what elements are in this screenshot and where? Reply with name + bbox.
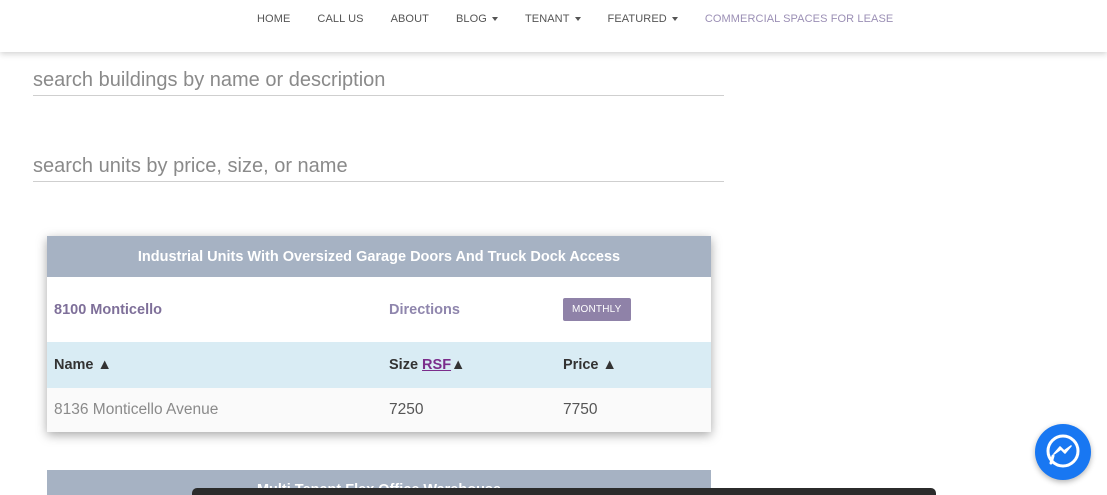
directions-link[interactable]: Directions xyxy=(389,302,460,318)
monthly-button[interactable]: MONTHLY xyxy=(563,298,631,321)
column-header-name[interactable]: Name ▲ xyxy=(54,357,112,373)
nav-about[interactable]: ABOUT xyxy=(391,13,429,25)
bottom-dark-overlay-bar xyxy=(192,488,936,495)
caret-down-icon xyxy=(574,17,581,22)
nav-blog-dropdown[interactable]: BLOG xyxy=(456,13,498,25)
listing-card: Industrial Units With Oversized Garage D… xyxy=(47,236,711,432)
unit-price-cell: 7750 xyxy=(563,401,598,418)
unit-size-cell: 7250 xyxy=(389,401,424,418)
column-header-price[interactable]: Price ▲ xyxy=(563,357,617,373)
unit-name-cell[interactable]: 8136 Monticello Avenue xyxy=(54,401,218,419)
search-units-input[interactable] xyxy=(33,152,724,182)
nav-commercial-spaces[interactable]: COMMERCIAL SPACES FOR LEASE xyxy=(705,13,894,25)
building-info-row: 8100 Monticello Directions MONTHLY xyxy=(47,277,711,342)
top-navbar: HOME CALL US ABOUT BLOG TENANT FEATURED … xyxy=(0,0,1107,52)
caret-down-icon xyxy=(671,17,678,22)
listing-card-header: Industrial Units With Oversized Garage D… xyxy=(47,236,711,277)
caret-down-icon xyxy=(491,17,498,22)
search-buildings-input[interactable] xyxy=(33,66,724,96)
nav-featured-dropdown[interactable]: FEATURED xyxy=(608,13,678,25)
table-header-row: Name ▲ Size RSF▲ Price ▲ xyxy=(47,342,711,388)
rsf-link[interactable]: RSF xyxy=(422,357,451,373)
building-name-link[interactable]: 8100 Monticello xyxy=(54,302,162,318)
table-row[interactable]: 8136 Monticello Avenue 7250 7750 xyxy=(47,388,711,432)
messenger-icon xyxy=(1046,434,1080,468)
nav-home[interactable]: HOME xyxy=(257,13,290,25)
column-header-size[interactable]: Size RSF▲ xyxy=(389,357,465,373)
nav-menu: HOME CALL US ABOUT BLOG TENANT FEATURED … xyxy=(257,13,920,25)
nav-call-us[interactable]: CALL US xyxy=(317,13,363,25)
nav-tenant-dropdown[interactable]: TENANT xyxy=(525,13,581,25)
messenger-chat-button[interactable] xyxy=(1035,424,1091,480)
